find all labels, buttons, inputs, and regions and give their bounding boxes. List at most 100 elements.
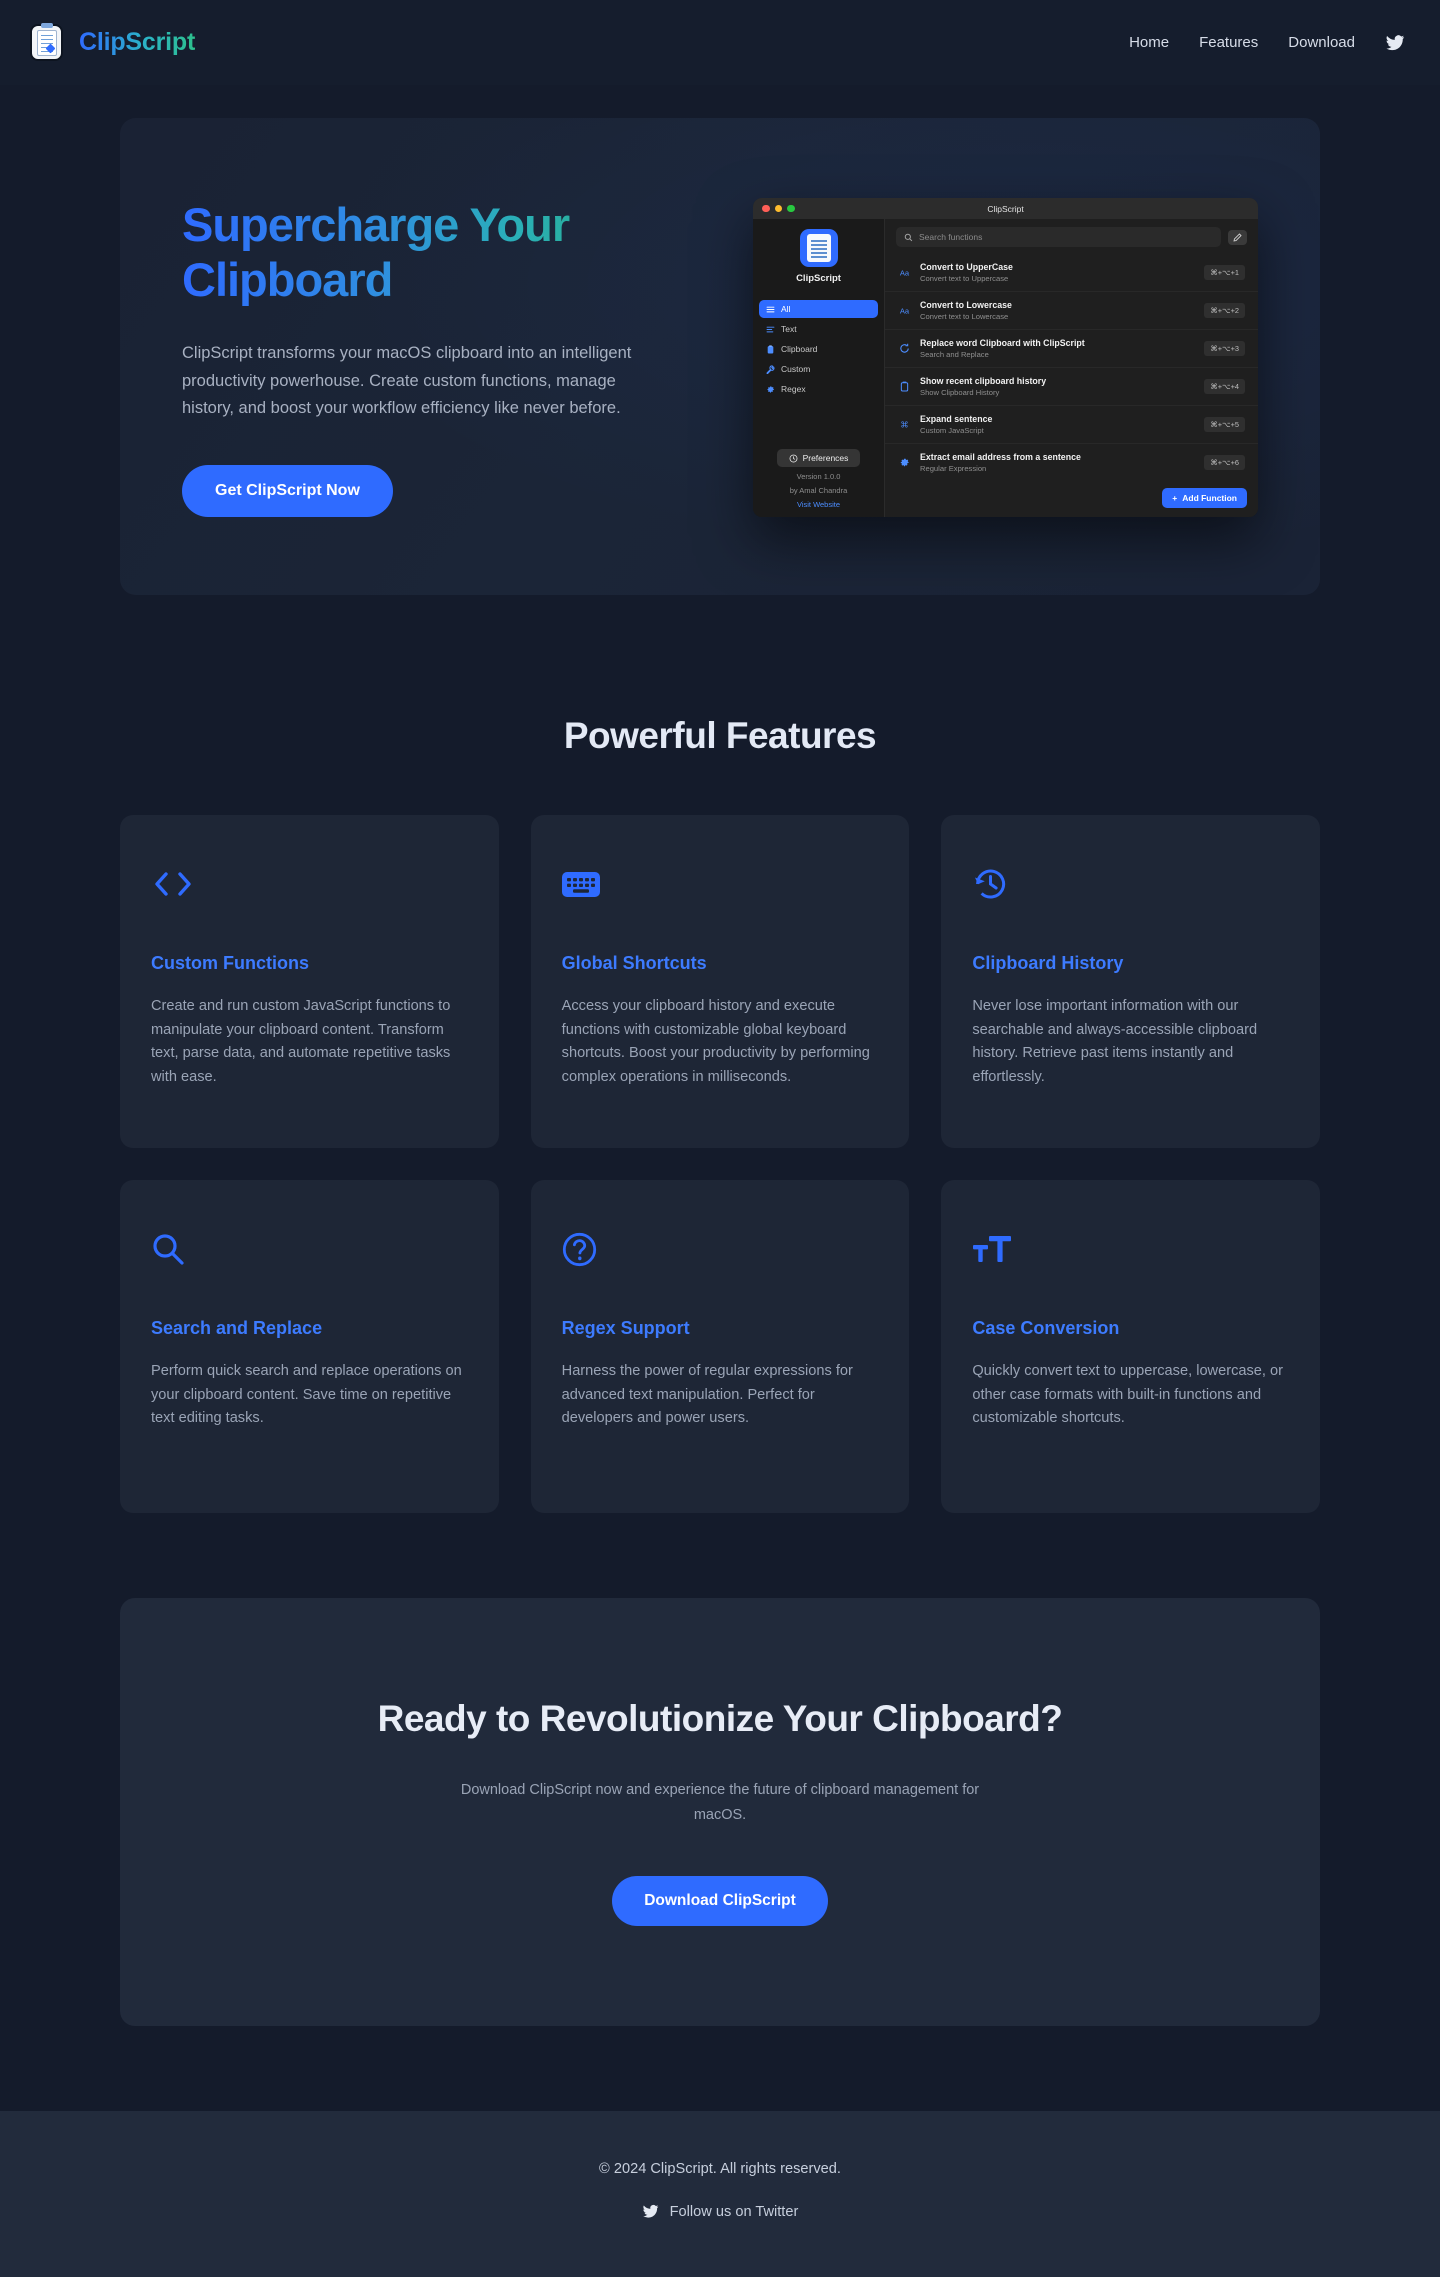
follow-twitter-link[interactable]: Follow us on Twitter [642, 2203, 798, 2220]
app-window-title: ClipScript [987, 203, 1024, 214]
search-input[interactable]: Search functions [896, 227, 1221, 248]
app-version: Version 1.0.0 [796, 472, 841, 482]
page-title: Supercharge Your Clipboard [182, 198, 652, 307]
add-function-button[interactable]: + Add Function [1162, 488, 1247, 509]
function-shortcut: ⌘+⌥+5 [1204, 417, 1245, 433]
hero-subtitle: ClipScript transforms your macOS clipboa… [182, 344, 632, 418]
function-row[interactable]: ⌘ Expand sentence Custom JavaScript ⌘+⌥+… [885, 406, 1258, 445]
function-name: Extract email address from a sentence [920, 452, 1081, 463]
function-shortcut: ⌘+⌥+4 [1204, 379, 1245, 395]
clipscript-app-icon [799, 229, 838, 268]
twitter-bird-icon [642, 2203, 659, 2220]
app-author: by Amal Chandra [789, 486, 848, 496]
function-name: Show recent clipboard history [920, 376, 1047, 387]
gear-icon [766, 385, 775, 394]
app-sidebar-footer: Preferences Version 1.0.0 by Amal Chandr… [753, 449, 884, 509]
hero-section: Supercharge Your Clipboard ClipScript tr… [0, 85, 1440, 596]
svg-text:Aa: Aa [900, 268, 910, 277]
download-clipscript-button[interactable]: Download ClipScript [612, 1876, 828, 1927]
feature-title: Case Conversion [972, 1318, 1120, 1339]
feature-title: Search and Replace [151, 1318, 323, 1339]
app-main-panel: Search functions Aa Convert to UpperCase… [885, 219, 1258, 518]
sidebar-item-text[interactable]: Text [759, 320, 878, 338]
cta-card: Ready to Revolutionize Your Clipboard? D… [120, 1598, 1320, 2027]
feature-title: Clipboard History [972, 953, 1124, 974]
feature-card-global-shortcuts[interactable]: Global Shortcuts Access your clipboard h… [530, 815, 910, 1149]
sidebar-item-label: Regex [781, 384, 806, 395]
feature-card-regex-support[interactable]: Regex Support Harness the power of regul… [530, 1180, 910, 1514]
clipboard-icon [766, 344, 775, 354]
svg-text:Aa: Aa [900, 306, 910, 315]
preferences-button[interactable]: Preferences [776, 449, 861, 468]
list-icon [766, 305, 775, 314]
features-grid: Custom Functions Create and run custom J… [120, 815, 1320, 1514]
get-clipscript-button[interactable]: Get ClipScript Now [182, 465, 393, 518]
history-clock-icon [972, 862, 1289, 906]
function-row[interactable]: Aa Convert to UpperCase Convert text to … [885, 254, 1258, 293]
features-title: Powerful Features [563, 715, 877, 757]
app-titlebar: ClipScript [753, 198, 1258, 220]
format-size-tT-icon [972, 1227, 1289, 1271]
sidebar-item-regex[interactable]: Regex [759, 380, 878, 398]
gear-icon [789, 454, 798, 463]
feature-desc: Never lose important information with ou… [972, 998, 1258, 1086]
copyright-text: © 2024 ClipScript. All rights reserved. [599, 2161, 841, 2178]
sidebar-item-label: Text [781, 324, 797, 335]
function-name: Convert to Lowercase [920, 300, 1012, 311]
function-shortcut: ⌘+⌥+6 [1204, 455, 1245, 471]
function-shortcut: ⌘+⌥+3 [1204, 341, 1245, 357]
clipboard-icon [899, 381, 910, 392]
app-body: ClipScript All Text Clipboard Custom Reg… [753, 219, 1258, 518]
search-placeholder: Search functions [919, 232, 983, 243]
function-desc: Show Clipboard History [920, 388, 1000, 398]
feature-title: Regex Support [561, 1318, 690, 1339]
magnifying-glass-icon [151, 1227, 468, 1271]
feature-card-search-and-replace[interactable]: Search and Replace Perform quick search … [120, 1180, 499, 1514]
hero-card: Supercharge Your Clipboard ClipScript tr… [120, 118, 1320, 596]
function-row[interactable]: Extract email address from a sentence Re… [885, 444, 1258, 481]
function-desc: Convert text to Lowercase [920, 312, 1009, 322]
pencil-icon[interactable] [1228, 229, 1247, 245]
feature-desc: Harness the power of regular expressions… [561, 1363, 853, 1427]
function-row[interactable]: Show recent clipboard history Show Clipb… [885, 368, 1258, 407]
cta-subtitle: Download ClipScript now and experience t… [460, 1782, 980, 1824]
app-sidebar-app-name: ClipScript [796, 273, 841, 285]
twitter-bird-icon[interactable] [1385, 33, 1405, 53]
nav-home[interactable]: Home [1129, 34, 1169, 51]
sidebar-item-all[interactable]: All [759, 300, 878, 319]
sidebar-item-label: Custom [781, 364, 811, 375]
app-window-mockup: ClipScript ClipScript All Text Clipboard… [753, 198, 1258, 518]
add-function-label: Add Function [1182, 493, 1237, 504]
visit-website-link[interactable]: Visit Website [797, 500, 840, 509]
function-row[interactable]: Aa Convert to Lowercase Convert text to … [885, 292, 1258, 331]
svg-text:⌘: ⌘ [900, 420, 908, 430]
feature-card-custom-functions[interactable]: Custom Functions Create and run custom J… [120, 815, 499, 1149]
app-footer-bar: + Add Function [885, 481, 1258, 518]
feature-title: Custom Functions [151, 953, 309, 974]
clipboard-document-icon [30, 23, 63, 61]
cta-title: Ready to Revolutionize Your Clipboard? [377, 1698, 1063, 1740]
site-header: ClipScript Home Features Download [0, 0, 1440, 85]
brand-name: ClipScript [79, 28, 196, 56]
sidebar-item-clipboard[interactable]: Clipboard [759, 340, 878, 358]
hero-copy: Supercharge Your Clipboard ClipScript tr… [182, 198, 652, 518]
brand-logo[interactable]: ClipScript [30, 23, 196, 61]
function-row[interactable]: Replace word Clipboard with ClipScript S… [885, 330, 1258, 369]
command-icon: ⌘ [899, 419, 910, 430]
feature-card-case-conversion[interactable]: Case Conversion Quickly convert text to … [941, 1180, 1320, 1514]
function-desc: Search and Replace [920, 350, 989, 360]
nav-features[interactable]: Features [1199, 34, 1258, 51]
preferences-label: Preferences [802, 453, 849, 464]
sidebar-item-custom[interactable]: Custom [759, 360, 878, 378]
feature-card-clipboard-history[interactable]: Clipboard History Never lose important i… [941, 815, 1320, 1149]
site-footer: © 2024 ClipScript. All rights reserved. … [0, 2111, 1440, 2277]
hero-app-preview: ClipScript ClipScript All Text Clipboard… [692, 198, 1258, 518]
sidebar-item-label: Clipboard [781, 344, 818, 355]
function-desc: Convert text to Uppercase [920, 274, 1009, 284]
app-search-row: Search functions [885, 219, 1258, 254]
question-circle-icon [562, 1227, 879, 1271]
aa-case-icon: Aa [899, 305, 910, 316]
nav-download[interactable]: Download [1288, 34, 1355, 51]
search-icon [904, 233, 913, 242]
function-list: Aa Convert to UpperCase Convert text to … [885, 254, 1258, 481]
